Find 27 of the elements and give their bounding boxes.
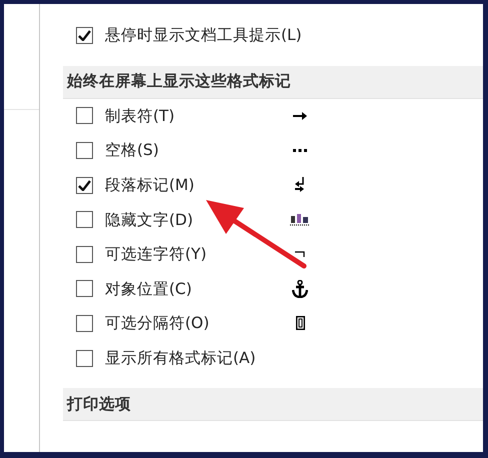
- option-label[interactable]: 显示所有格式标记(A): [105, 348, 285, 368]
- checkbox[interactable]: [76, 176, 93, 194]
- option-label[interactable]: 段落标记(M): [105, 175, 285, 196]
- checkbox[interactable]: [76, 26, 93, 44]
- checkbox[interactable]: [76, 246, 93, 263]
- hidden-text-icon: [290, 214, 310, 226]
- option-label[interactable]: 制表符(T): [105, 106, 285, 126]
- checkbox[interactable]: [76, 142, 93, 159]
- option-label[interactable]: 悬停时显示文档工具提示(L): [105, 25, 302, 46]
- checkbox[interactable]: [76, 350, 93, 367]
- checkbox[interactable]: [76, 314, 93, 332]
- option-label[interactable]: 对象位置(C): [105, 278, 285, 299]
- option-label[interactable]: 可选分隔符(O): [105, 313, 285, 334]
- paragraph-mark-icon: [295, 177, 305, 194]
- separator-icon: [296, 316, 304, 330]
- checkbox[interactable]: [76, 107, 93, 124]
- section-title: 打印选项: [67, 394, 131, 415]
- hyphen-icon: [295, 251, 305, 258]
- anchor-icon: [292, 280, 308, 298]
- section-title: 始终在屏幕上显示这些格式标记: [67, 70, 291, 92]
- option-label[interactable]: 空格(S): [105, 140, 285, 161]
- option-label[interactable]: 可选连字符(Y): [105, 244, 285, 264]
- checkbox[interactable]: [76, 211, 93, 228]
- arrow-icon: [293, 112, 307, 120]
- checkbox[interactable]: [76, 280, 93, 298]
- option-label[interactable]: 隐藏文字(D): [105, 210, 285, 230]
- dots-icon: [293, 148, 307, 152]
